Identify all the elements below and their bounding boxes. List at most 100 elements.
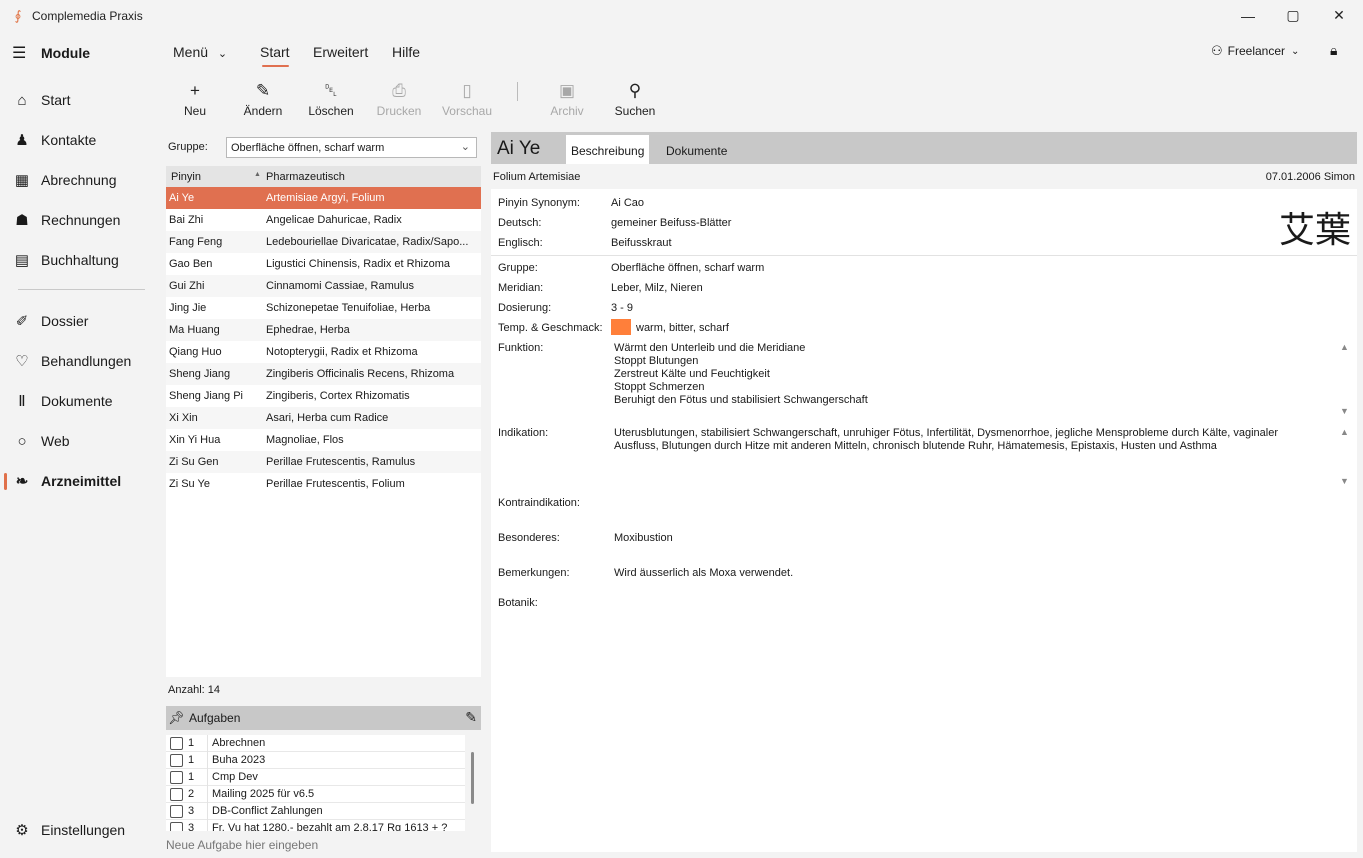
detail-meta: 07.01.2006 Simon xyxy=(1265,171,1355,183)
task-label: Mailing 2025 für v6.5 xyxy=(212,788,315,800)
task-checkbox[interactable] xyxy=(170,804,183,818)
table-row[interactable]: Gui Zhi Cinnamomi Cassiae, Ramulus xyxy=(166,275,481,297)
menu-erweitert[interactable]: Erweitert xyxy=(313,44,368,60)
bemerkungen-value[interactable]: Wird äusserlich als Moxa verwendet. xyxy=(614,567,793,579)
table-row[interactable]: Sheng Jiang Pi Zingiberis, Cortex Rhizoma… xyxy=(166,385,481,407)
chevron-down-icon: ⌄ xyxy=(460,141,470,153)
vorschau-button[interactable]: ▯ Vorschau xyxy=(432,80,502,118)
table-row[interactable]: Ma Huang Ephedrae, Herba xyxy=(166,319,481,341)
group-filter-value: Oberfläche öffnen, scharf warm xyxy=(231,142,385,154)
lock-icon[interactable]: 🔒︎ xyxy=(1330,42,1337,59)
task-item[interactable]: 2 Mailing 2025 für v6.5 xyxy=(166,785,465,803)
sidebar-item-start[interactable]: ⌂ Start xyxy=(0,83,160,117)
cell-pinyin: Sheng Jiang Pi xyxy=(169,390,243,402)
cell-pinyin: Bai Zhi xyxy=(169,214,204,226)
task-item[interactable]: 1 Buha 2023 xyxy=(166,751,465,769)
sidebar-item-einstellungen[interactable]: ⚙ Einstellungen xyxy=(0,813,160,847)
title-bar: ∮ Complemedia Praxis xyxy=(0,0,1363,31)
tab-beschreibung[interactable]: Beschreibung xyxy=(566,135,650,164)
cell-pinyin: Xi Xin xyxy=(169,412,198,424)
task-item[interactable]: 1 Abrechnen xyxy=(166,735,465,752)
toolbar-label: Archiv xyxy=(550,104,584,118)
sidebar-item-rechnungen[interactable]: ☗ Rechnungen xyxy=(0,203,160,237)
column-header-pharmazeutisch[interactable]: Pharmazeutisch xyxy=(266,171,345,183)
menu-start[interactable]: Start xyxy=(260,44,290,60)
löschen-button[interactable]: ␡ Löschen xyxy=(296,80,366,118)
task-checkbox[interactable] xyxy=(170,821,183,831)
pencil-icon: ✎ xyxy=(255,81,271,100)
scroll-down-icon[interactable]: ▼ xyxy=(1337,406,1352,416)
cell-pinyin: Sheng Jiang xyxy=(169,368,231,380)
sidebar-item-abrechnung[interactable]: ▦ Abrechnung xyxy=(0,163,160,197)
bemerkungen-label: Bemerkungen: xyxy=(498,567,570,579)
table-row[interactable]: Fang Feng Ledebouriellae Divaricatae, Rad… xyxy=(166,231,481,253)
column-divider xyxy=(207,751,208,769)
dosierung-label: Dosierung: xyxy=(498,302,552,314)
table-row[interactable]: Xin Yi Hua Magnoliae, Flos xyxy=(166,429,481,451)
table-row[interactable]: Zi Su Ye Perillae Frutescentis, Folium xyxy=(166,473,481,495)
task-item[interactable]: 1 Cmp Dev xyxy=(166,768,465,786)
chevron-down-icon: ⌄ xyxy=(1291,45,1300,57)
cell-pinyin: Fang Feng xyxy=(169,236,223,248)
app-logo-icon: ∮ xyxy=(14,7,22,23)
group-filter-select[interactable]: Oberfläche öffnen, scharf warm ⌄ xyxy=(226,137,477,158)
table-row[interactable]: Ai Ye Artemisiae Argyi, Folium xyxy=(166,187,481,209)
indikation-textarea[interactable]: Uterusblutungen, stabilisiert Schwangers… xyxy=(614,427,1329,453)
task-list-scrollbar[interactable] xyxy=(471,752,474,804)
tasks-header: 📌︎ Aufgaben ✎ xyxy=(166,706,481,730)
table-row[interactable]: Zi Su Gen Perillae Frutescentis, Ramulus xyxy=(166,451,481,473)
drucken-button[interactable]: ⎙ Drucken xyxy=(364,80,434,118)
sidebar-item-arzneimittel[interactable]: ❧ Arzneimittel xyxy=(0,464,160,498)
task-checkbox[interactable] xyxy=(170,770,183,784)
cell-pharmazeutisch: Zingiberis Officinalis Recens, Rhizoma xyxy=(266,368,455,380)
close-button[interactable]: ✕ xyxy=(1316,0,1362,31)
module-heading: Module xyxy=(41,45,90,61)
sidebar-item-kontakte[interactable]: ♟ Kontakte xyxy=(0,123,160,157)
module-header[interactable]: ☰ Module xyxy=(12,43,90,63)
bank-icon: ☗ xyxy=(15,212,29,229)
table-row[interactable]: Qiang Huo Notopterygii, Radix et Rhizoma xyxy=(166,341,481,363)
menu-hilfe[interactable]: Hilfe xyxy=(392,44,420,60)
maximize-button[interactable]: ▢ xyxy=(1270,0,1316,31)
task-checkbox[interactable] xyxy=(170,736,183,750)
edit-pencil-icon[interactable]: ✎ xyxy=(465,709,477,726)
sidebar-item-label: Einstellungen xyxy=(41,822,126,838)
sidebar-item-dossier[interactable]: ✐ Dossier xyxy=(0,304,160,338)
task-item[interactable]: 3 Fr. Vu hat 1280.- bezahlt am 2.8.17 Rg … xyxy=(166,819,465,831)
minimize-button[interactable]: — xyxy=(1225,0,1271,31)
detail-body: Pinyin Synonym: Ai Cao Deutsch: gemeiner… xyxy=(491,189,1357,852)
column-divider xyxy=(207,768,208,786)
table-row[interactable]: Xi Xin Asari, Herba cum Radice xyxy=(166,407,481,429)
sidebar-item-web[interactable]: ○ Web xyxy=(0,424,160,458)
scroll-down-icon[interactable]: ▼ xyxy=(1337,476,1352,486)
chinese-characters: 艾葉 xyxy=(1278,210,1351,251)
table-row[interactable]: Jing Jie Schizonepetae Tenuifoliae, Herba xyxy=(166,297,481,319)
archiv-button[interactable]: ▣ Archiv xyxy=(532,80,602,118)
menu-menu[interactable]: Menü ⌄ xyxy=(173,44,227,60)
table-row[interactable]: Sheng Jiang Zingiberis Officinalis Recens… xyxy=(166,363,481,385)
task-label: Cmp Dev xyxy=(212,771,258,783)
scroll-up-icon[interactable]: ▲ xyxy=(1337,427,1352,437)
new-task-input[interactable]: Neue Aufgabe hier eingeben xyxy=(166,838,318,852)
user-menu[interactable]: ⚇ Freelancer ⌄ xyxy=(1211,43,1299,59)
scroll-up-icon[interactable]: ▲ xyxy=(1337,342,1352,352)
task-item[interactable]: 3 DB-Conflict Zahlungen xyxy=(166,802,465,820)
neu-button[interactable]: + Neu xyxy=(160,80,230,118)
sidebar-item-buchhaltung[interactable]: ▤ Buchhaltung xyxy=(0,243,160,277)
user-icon: ⚇ xyxy=(1211,43,1223,58)
pin-icon[interactable]: 📌︎ xyxy=(168,710,185,726)
hamburger-icon[interactable]: ☰ xyxy=(12,43,30,63)
table-row[interactable]: Gao Ben Ligustici Chinensis, Radix et Rhi… xyxy=(166,253,481,275)
task-checkbox[interactable] xyxy=(170,787,183,801)
sidebar-item-dokumente[interactable]: Ⅱ Dokumente xyxy=(0,384,160,418)
sidebar-item-behandlungen[interactable]: ♡ Behandlungen xyxy=(0,344,160,378)
task-checkbox[interactable] xyxy=(170,753,183,767)
ändern-button[interactable]: ✎ Ändern xyxy=(228,80,298,118)
besonderes-value[interactable]: Moxibustion xyxy=(614,532,673,544)
tab-dokumente[interactable]: Dokumente xyxy=(661,135,732,164)
suchen-button[interactable]: ⚲ Suchen xyxy=(600,80,670,118)
table-row[interactable]: Bai Zhi Angelicae Dahuricae, Radix xyxy=(166,209,481,231)
column-header-pinyin[interactable]: Pinyin ▲ xyxy=(166,171,266,183)
funktion-textarea[interactable]: Wärmt den Unterleib und die Meridiane St… xyxy=(614,342,868,407)
archive-icon: ▣ xyxy=(558,81,576,100)
